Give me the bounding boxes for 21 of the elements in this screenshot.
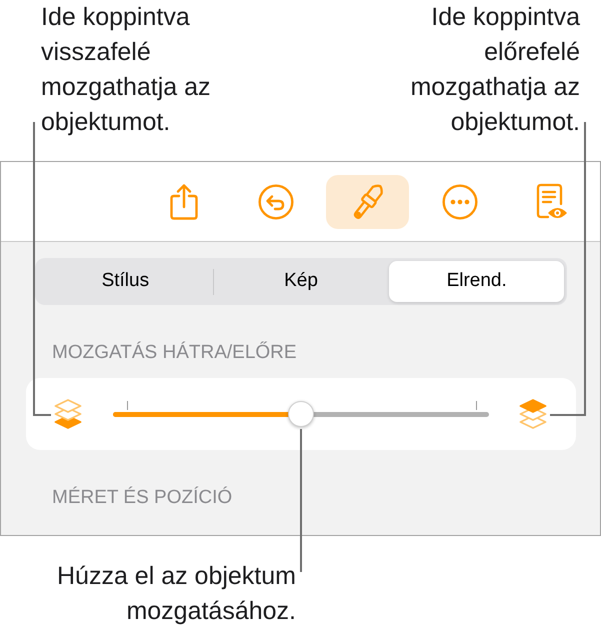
callout-text: Ide koppintva előrefelé mozgathatja az objektumot.: [409, 2, 580, 138]
callout-text: Ide koppintva visszafelé mozgathatja az objektumot.: [41, 2, 212, 138]
send-backward-button[interactable]: [54, 399, 82, 429]
section-header: MÉRET ÉS POZÍCIÓ: [52, 486, 234, 510]
undo-icon: [258, 184, 294, 220]
more-icon: [442, 184, 478, 220]
callout-text: Húzza el az objektum mozgatásához.: [56, 561, 296, 627]
tab[interactable]: Stílus: [38, 261, 213, 302]
slider-track[interactable]: [113, 401, 489, 427]
slider-thumb[interactable]: [288, 401, 314, 427]
tick-mark: [127, 401, 128, 410]
tab[interactable]: Elrend.: [389, 261, 564, 302]
layers-icon: [519, 399, 547, 429]
bring-forward-button[interactable]: [519, 399, 547, 429]
tab[interactable]: Kép: [214, 261, 388, 302]
tick-mark: [476, 401, 477, 410]
section-header: MOZGATÁS HÁTRA/ELŐRE: [52, 341, 298, 365]
format-button[interactable]: [326, 174, 409, 228]
document-eye-icon: [534, 182, 568, 220]
layers-icon: [54, 399, 82, 429]
share-icon: [168, 182, 198, 220]
